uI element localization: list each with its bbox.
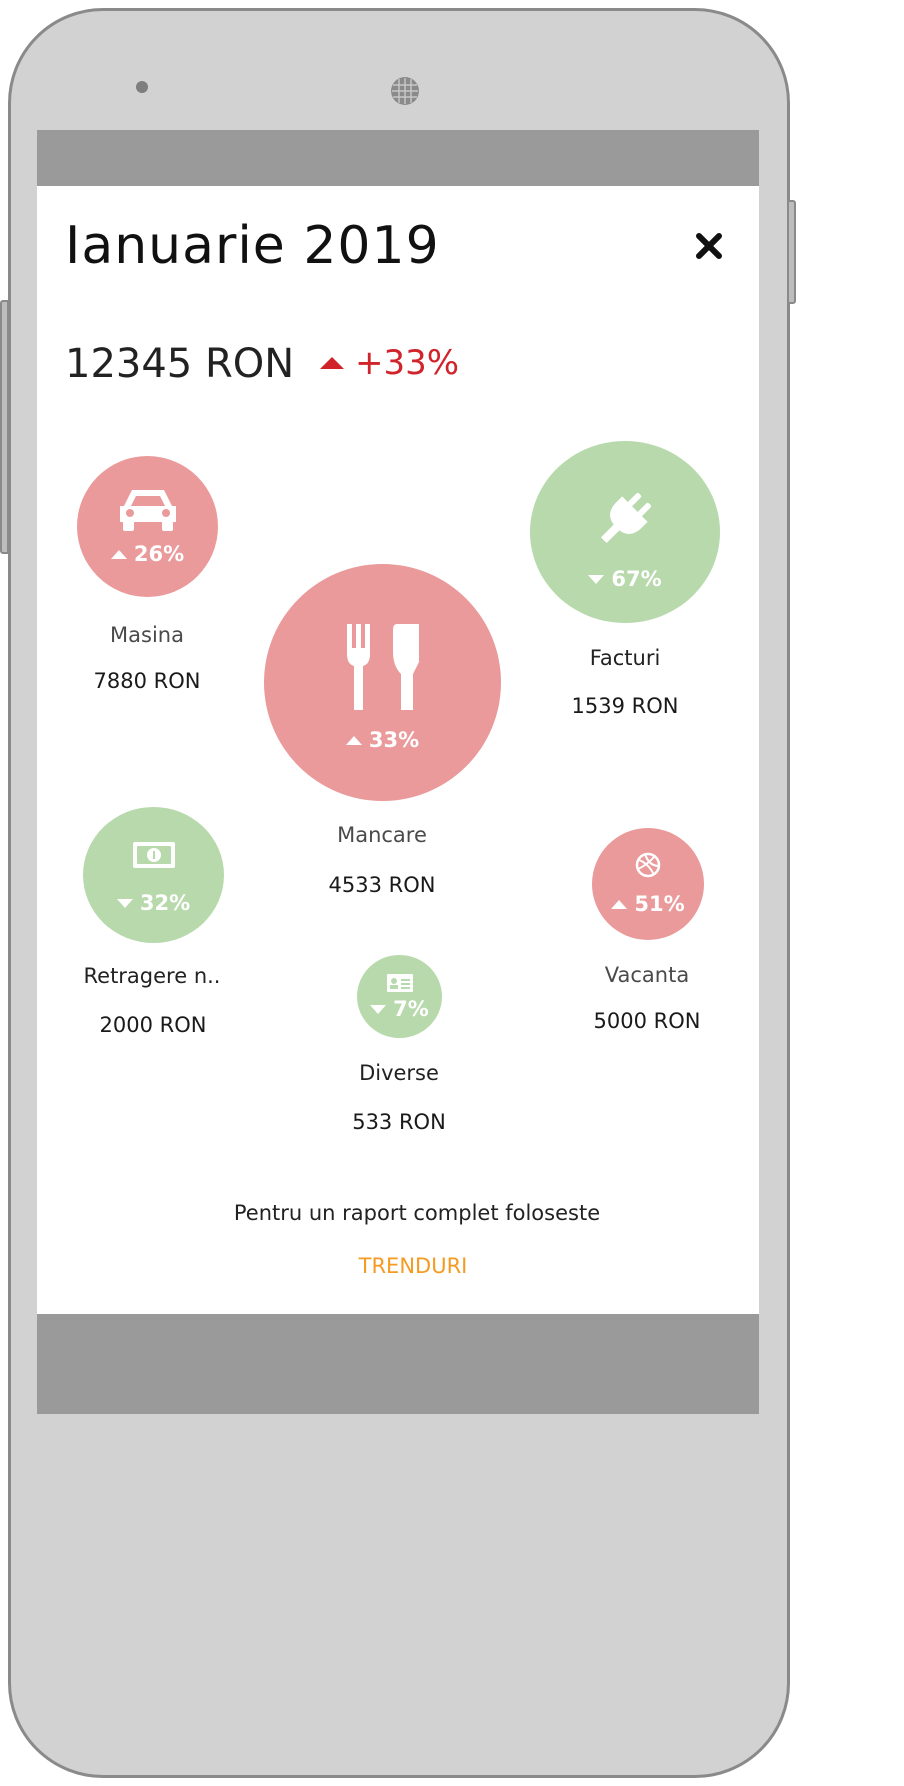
- money-icon: [132, 842, 175, 868]
- category-change: 67%: [611, 567, 662, 591]
- plug-icon: [600, 492, 652, 544]
- fork-knife-icon: [346, 624, 419, 710]
- arrow-up-icon: [110, 549, 127, 559]
- category-change: 32%: [139, 891, 191, 915]
- arrow-up-icon: [611, 899, 628, 909]
- category-bubble-masina[interactable]: 26%: [77, 456, 218, 597]
- camera-icon: [391, 77, 419, 105]
- category-change: 7%: [393, 997, 429, 1021]
- category-amount: 7880 RON: [93, 669, 201, 693]
- category-amount: 2000 RON: [99, 1013, 207, 1037]
- screen: Ianuarie 2019 12345 RON +33% 26% Masina …: [37, 130, 759, 1414]
- speaker: [136, 81, 148, 93]
- category-bubble-vacanta[interactable]: 51%: [592, 828, 704, 940]
- category-amount: 5000 RON: [593, 1009, 701, 1033]
- trends-link[interactable]: TRENDURI: [37, 1254, 789, 1278]
- category-name: Mancare: [337, 823, 427, 847]
- footer-text: Pentru un raport complet foloseste: [233, 1201, 601, 1225]
- volume-button: [0, 300, 9, 554]
- category-name: Vacanta: [604, 963, 690, 987]
- total-change-value: +33%: [355, 343, 460, 383]
- arrow-down-icon: [116, 898, 133, 908]
- power-button: [787, 200, 796, 304]
- total-change: +33%: [319, 343, 459, 383]
- category-change: 26%: [133, 542, 185, 566]
- category-name: Retragere n..: [83, 964, 221, 988]
- ball-icon: [635, 852, 661, 878]
- arrow-up-icon: [320, 357, 344, 369]
- category-amount: 4533 RON: [328, 873, 436, 897]
- monthly-report-dialog: Ianuarie 2019 12345 RON +33% 26% Masina …: [37, 186, 759, 1314]
- arrow-down-icon: [588, 574, 605, 584]
- category-amount: 1539 RON: [571, 694, 679, 718]
- category-name: Diverse: [359, 1061, 439, 1085]
- category-bubble-facturi[interactable]: 67%: [530, 441, 720, 623]
- category-change: 51%: [634, 892, 685, 916]
- category-name: Facturi: [589, 646, 661, 670]
- category-bubble-mancare[interactable]: 33%: [264, 564, 501, 801]
- category-bubble-retragere[interactable]: 32%: [83, 807, 224, 943]
- arrow-down-icon: [370, 1004, 387, 1014]
- arrow-up-icon: [345, 735, 362, 745]
- close-button[interactable]: [691, 228, 727, 264]
- category-name: Masina: [110, 623, 184, 647]
- page-title: Ianuarie 2019: [65, 216, 440, 276]
- total-amount: 12345 RON: [65, 341, 295, 387]
- category-change: 33%: [368, 728, 420, 752]
- close-icon: [696, 233, 722, 259]
- id-card-icon: [386, 974, 413, 992]
- category-amount: 533 RON: [352, 1110, 446, 1134]
- category-bubble-diverse[interactable]: 7%: [357, 955, 442, 1038]
- car-icon: [119, 490, 176, 531]
